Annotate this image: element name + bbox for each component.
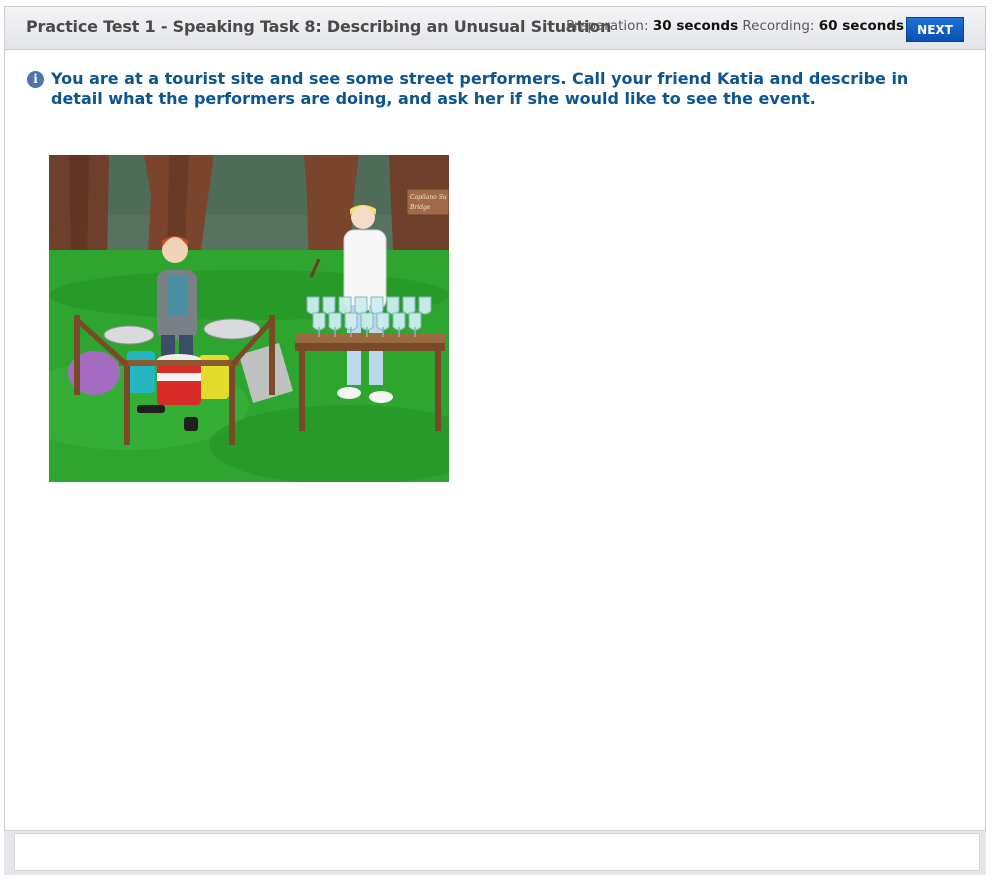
recording-value: 60 seconds — [818, 18, 905, 34]
recording-label: Recording: — [742, 18, 815, 34]
timers: Preparation: 30 seconds Recording: 60 se… — [566, 18, 904, 34]
page-title: Practice Test 1 - Speaking Task 8: Descr… — [26, 17, 612, 36]
footer-bar — [4, 830, 986, 875]
preparation-value: 30 seconds — [652, 18, 739, 34]
sign-text-2: Bridge — [409, 204, 431, 211]
header-bar: Practice Test 1 - Speaking Task 8: Descr… — [5, 7, 985, 50]
task-window: Practice Test 1 - Speaking Task 8: Descr… — [4, 6, 986, 874]
footer-panel — [14, 833, 980, 871]
sign-text-1: Capilano Su — [410, 194, 447, 201]
preparation-label: Preparation: — [566, 18, 649, 34]
instruction-text: You are at a tourist site and see some s… — [51, 69, 909, 108]
scene-illustration: Capilano Su Bridge — [49, 155, 449, 482]
info-icon: i — [27, 71, 44, 88]
street-performers-illustration: Capilano Su Bridge — [49, 155, 449, 482]
next-button[interactable]: NEXT — [906, 17, 964, 42]
